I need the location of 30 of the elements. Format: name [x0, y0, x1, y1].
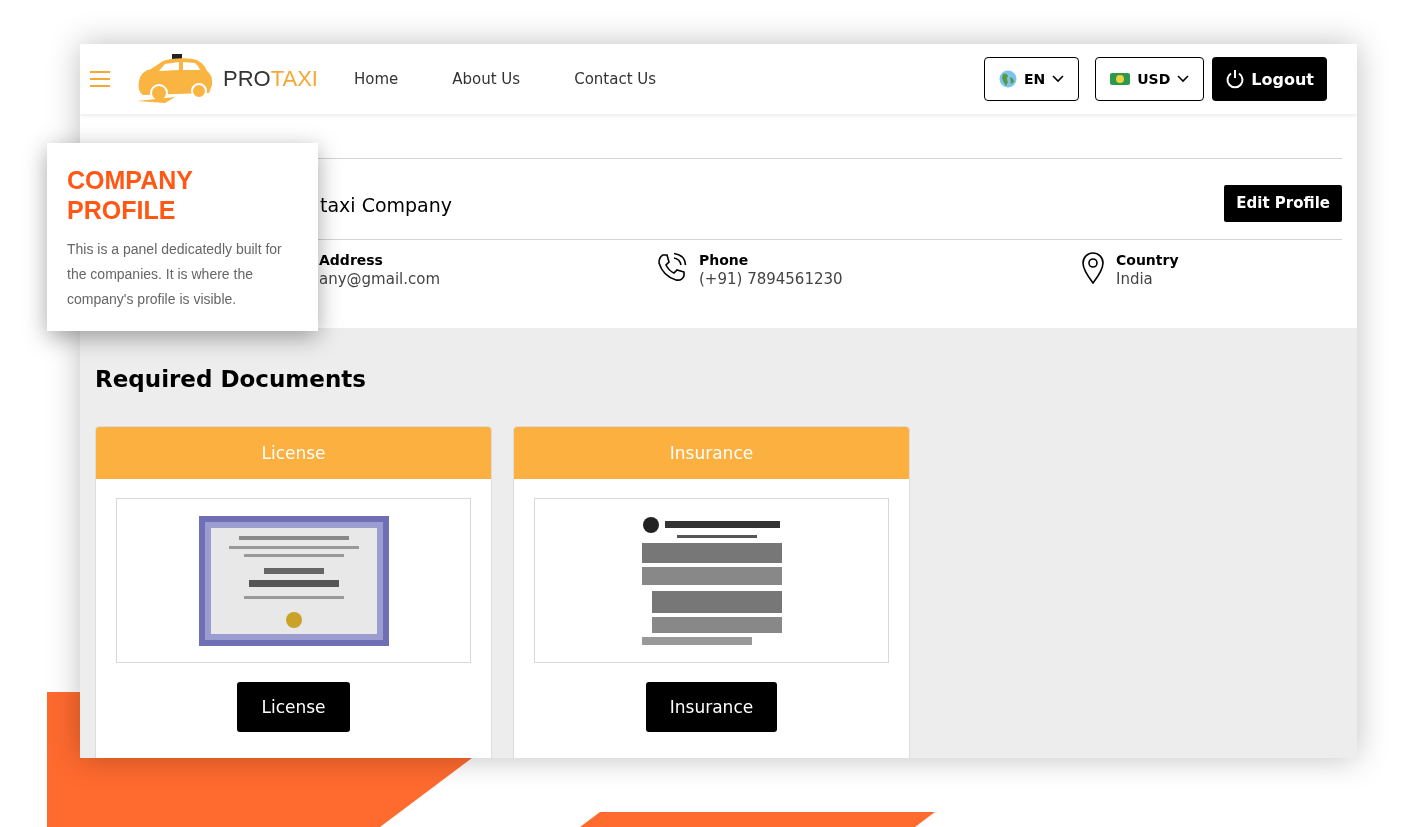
language-dropdown[interactable]: EN: [983, 57, 1080, 101]
section-title: Required Documents: [95, 366, 367, 392]
nav-link[interactable]: About Us: [452, 70, 521, 88]
card-header: Insurance: [514, 427, 909, 479]
phone-icon: [655, 252, 687, 284]
detail-value: (+91) 7894561230: [699, 270, 843, 288]
location-pin-icon: [1082, 252, 1104, 284]
document-button[interactable]: License: [237, 682, 350, 732]
detail-label: Phone: [699, 252, 750, 268]
detail-value: India: [1116, 270, 1154, 288]
callout-title: COMPANY PROFILE: [67, 165, 194, 225]
power-icon: [1225, 69, 1246, 89]
nav-link[interactable]: Home: [353, 70, 399, 88]
detail-value: any@gmail.com: [319, 270, 441, 288]
detail-label: Address: [319, 252, 384, 268]
nav-link[interactable]: Contact Us: [574, 70, 657, 88]
detail-label: Country: [1116, 252, 1179, 268]
menu-icon[interactable]: [89, 70, 111, 88]
card-header: License: [96, 427, 491, 479]
callout-text: This is a panel dedicatedly built for the companies. It is where the company's profile is visible.: [67, 240, 283, 309]
brand-name: PROTAXI: [223, 66, 318, 92]
company-name: taxi Company: [320, 194, 453, 216]
banknote-icon: [1110, 73, 1131, 85]
chevron-down-icon: [1052, 75, 1065, 83]
edit-profile-button[interactable]: Edit Profile: [1224, 184, 1342, 222]
currency-dropdown[interactable]: USD: [1095, 57, 1205, 101]
document-button[interactable]: Insurance: [645, 682, 778, 732]
logout-button[interactable]: Logout: [1212, 57, 1327, 101]
globe-icon: [998, 70, 1017, 88]
chevron-down-icon: [1177, 75, 1190, 83]
